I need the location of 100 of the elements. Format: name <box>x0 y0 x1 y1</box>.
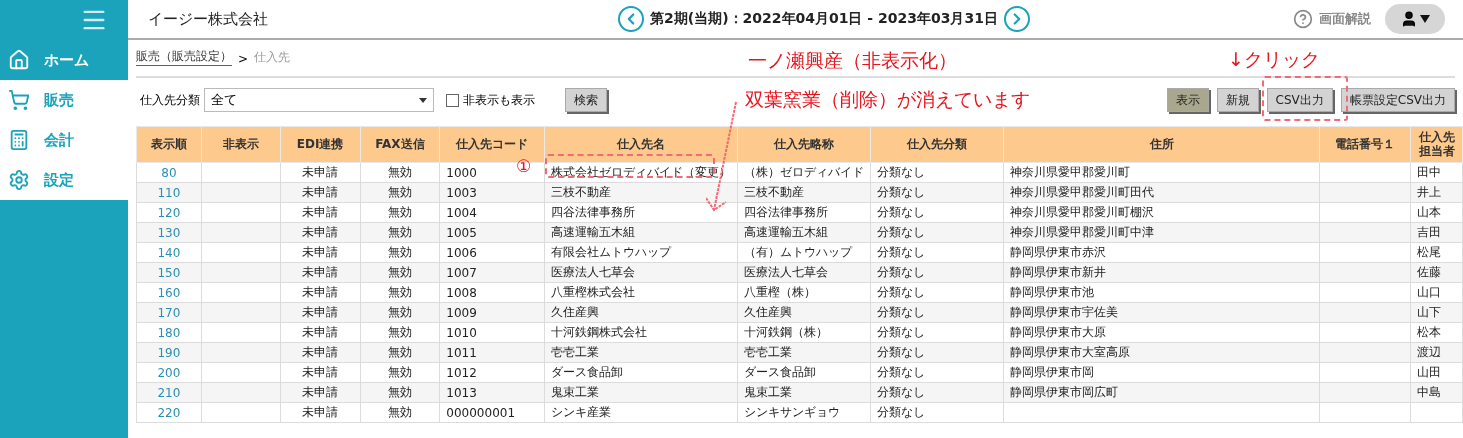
toolbar-button[interactable]: 表示 <box>1166 88 1209 112</box>
table-cell: 1010 <box>439 322 545 343</box>
table-cell: 1008 <box>439 282 545 303</box>
table-cell: シンキ産業 <box>544 402 738 423</box>
table-cell: 静岡県伊東市岡広町 <box>1003 382 1320 403</box>
table-cell: 久住産興 <box>544 302 738 323</box>
toolbar-button[interactable]: 新規 <box>1216 88 1259 112</box>
table-cell: 四谷法律事務所 <box>737 202 871 223</box>
order-link[interactable]: 140 <box>136 242 202 263</box>
order-link[interactable]: 120 <box>136 202 202 223</box>
period-label: 第2期(当期)：2022年04月01日 - 2023年03月31日 <box>650 10 998 28</box>
search-button[interactable]: 検索 <box>565 88 607 112</box>
toolbar-button[interactable]: CSV出力 <box>1266 88 1333 112</box>
table-cell: 未申請 <box>280 202 360 223</box>
table-cell: 吉田 <box>1410 222 1463 243</box>
order-link[interactable]: 110 <box>136 182 202 203</box>
order-link[interactable]: 80 <box>136 162 202 183</box>
table-cell: ダース食品卸 <box>544 362 738 383</box>
table-cell: 1011 <box>439 342 545 363</box>
table-cell: 1004 <box>439 202 545 223</box>
order-link[interactable]: 210 <box>136 382 202 403</box>
table-cell: 1013 <box>439 382 545 403</box>
checkbox-label: 非表示も表示 <box>463 91 535 109</box>
table-cell: 神奈川県愛甲郡愛川町 <box>1003 162 1320 183</box>
table-cell: 十河鉄鋼株式会社 <box>544 322 738 343</box>
table-cell: 分類なし <box>870 242 1004 263</box>
table-cell: 分類なし <box>870 262 1004 283</box>
sidebar-item[interactable]: 販売 <box>0 80 128 120</box>
table-cell: 無効 <box>360 282 440 303</box>
table-cell: ダース食品卸 <box>737 362 871 383</box>
table-cell: 佐藤 <box>1410 262 1463 283</box>
column-header: 仕入先名 <box>544 126 738 163</box>
help-link[interactable]: 画面解説 <box>1293 9 1371 29</box>
table-cell: 分類なし <box>870 162 1004 183</box>
order-link[interactable]: 220 <box>136 402 202 423</box>
table-cell: 高速運輸五木組 <box>737 222 871 243</box>
order-link[interactable]: 160 <box>136 282 202 303</box>
table-cell: 静岡県伊東市池 <box>1003 282 1320 303</box>
order-link[interactable]: 180 <box>136 322 202 343</box>
table-cell: 無効 <box>360 162 440 183</box>
table-cell: 八重樫株式会社 <box>544 282 738 303</box>
sidebar-item[interactable]: 設定 <box>0 160 128 200</box>
table-cell: 鬼束工業 <box>737 382 871 403</box>
caret-icon <box>1420 15 1430 23</box>
table-cell: 有限会社ムトウハップ <box>544 242 738 263</box>
table-cell: 分類なし <box>870 282 1004 303</box>
table-cell: 医療法人七草会 <box>544 262 738 283</box>
column-header: 仕入先略称 <box>737 126 871 163</box>
table-cell: 静岡県伊東市赤沢 <box>1003 242 1320 263</box>
order-link[interactable]: 150 <box>136 262 202 283</box>
table-cell: 静岡県伊東市岡 <box>1003 362 1320 383</box>
table-cell: 無効 <box>360 382 440 403</box>
table-cell: 中島 <box>1410 382 1463 403</box>
table-cell: 静岡県伊東市新井 <box>1003 262 1320 283</box>
category-select[interactable]: 全て <box>204 88 434 112</box>
cart-icon <box>8 89 30 111</box>
table-cell: 田中 <box>1410 162 1463 183</box>
column-header: FAX送信 <box>360 126 440 163</box>
column-header: EDI連携 <box>280 126 360 163</box>
order-link[interactable]: 130 <box>136 222 202 243</box>
column-header: 表示順 <box>136 126 202 163</box>
table-cell: 十河鉄鋼（株） <box>737 322 871 343</box>
table-cell: 壱壱工業 <box>737 342 871 363</box>
table-cell: 井上 <box>1410 182 1463 203</box>
table-cell: 分類なし <box>870 342 1004 363</box>
toolbar-button[interactable]: 帳票設定CSV出力 <box>1340 88 1455 112</box>
order-link[interactable]: 170 <box>136 302 202 323</box>
table-cell: 1006 <box>439 242 545 263</box>
table-cell: 八重樫（株） <box>737 282 871 303</box>
checkbox[interactable] <box>446 93 459 107</box>
table-cell: 分類なし <box>870 182 1004 203</box>
order-link[interactable]: 190 <box>136 342 202 363</box>
table-cell: （有）ムトウハップ <box>737 242 871 263</box>
table-cell: 無効 <box>360 242 440 263</box>
previous-period-button[interactable] <box>618 6 644 32</box>
table-cell: 無効 <box>360 222 440 243</box>
calculator-icon <box>8 129 30 151</box>
table-cell: 山口 <box>1410 282 1463 303</box>
table-cell: 鬼束工業 <box>544 382 738 403</box>
table-cell: 医療法人七草会 <box>737 262 871 283</box>
breadcrumb-current: 仕入先 <box>254 49 291 66</box>
table-cell: 未申請 <box>280 302 360 323</box>
table-cell: 未申請 <box>280 222 360 243</box>
caret-icon <box>419 97 427 103</box>
breadcrumb-link[interactable]: 販売（販売設定） <box>136 48 232 66</box>
breadcrumb-separator: > <box>238 52 249 66</box>
table-cell: 未申請 <box>280 242 360 263</box>
table-cell: 未申請 <box>280 362 360 383</box>
next-period-button[interactable] <box>1003 6 1030 32</box>
table-cell: 1005 <box>439 222 545 243</box>
column-header: 住所 <box>1003 126 1320 163</box>
table-cell: 分類なし <box>870 382 1004 403</box>
table-cell: 久住産興 <box>737 302 871 323</box>
table-cell: 山田 <box>1410 362 1463 383</box>
order-link[interactable]: 200 <box>136 362 202 383</box>
table-cell: 無効 <box>360 302 440 323</box>
table-cell: 山本 <box>1410 202 1463 223</box>
sidebar-item[interactable]: 会計 <box>0 120 128 160</box>
annotation-text: 一ノ瀬興産（非表示化） <box>748 48 957 73</box>
user-menu-button[interactable] <box>1385 4 1445 34</box>
